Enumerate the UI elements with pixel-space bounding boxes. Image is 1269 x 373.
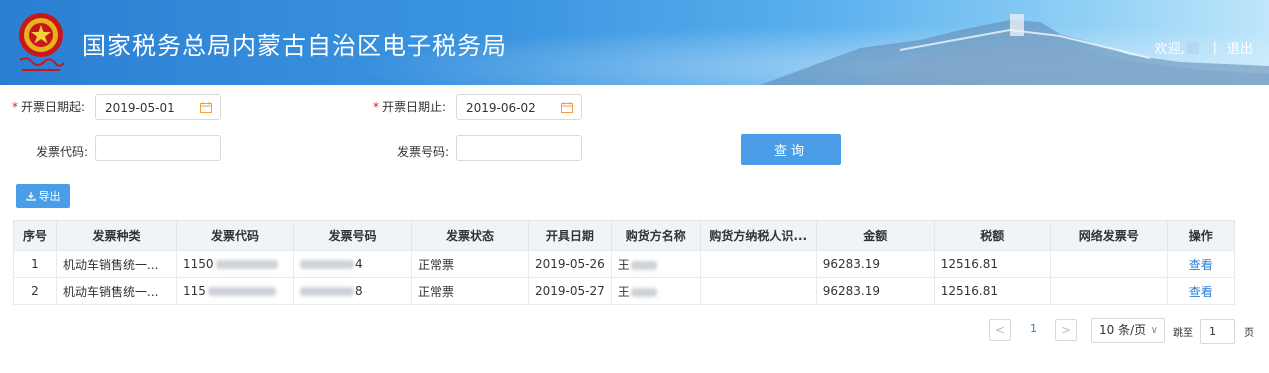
table-row[interactable]: 2 机动车销售统一... 115 8 正常票 2019-05-27 王 9628… — [13, 277, 1235, 305]
row-action: 查看 — [1166, 277, 1235, 305]
column-header-action: 操作 — [1166, 220, 1235, 251]
logout-link[interactable]: 退出 — [1227, 38, 1253, 57]
view-link[interactable]: 查看 — [1189, 258, 1213, 272]
jump-label: 跳至 — [1173, 328, 1193, 339]
chevron-down-icon: ∨ — [1150, 325, 1158, 336]
row-buyer-tax-id — [699, 250, 817, 278]
row-amount: 96283.19 — [815, 250, 935, 278]
row-invoice-number: 4 — [293, 250, 412, 278]
export-button[interactable]: 导出 — [16, 184, 70, 208]
table-row[interactable]: 1 机动车销售统一... 1150 4 正常票 2019-05-26 王 962… — [13, 250, 1235, 278]
tax-emblem-logo — [19, 13, 65, 71]
row-buyer-name: 王 — [610, 250, 701, 278]
row-issue-date: 2019-05-27 — [528, 277, 612, 305]
page-unit-label: 页 — [1244, 328, 1254, 339]
row-invoice-code: 1150 — [176, 250, 294, 278]
invoice-number-input[interactable] — [456, 135, 582, 161]
row-buyer-tax-id — [699, 277, 817, 305]
prev-page-button[interactable]: < — [989, 319, 1011, 341]
column-header-issue-date[interactable]: 开具日期 — [528, 220, 612, 251]
column-header-amount[interactable]: 金额 — [815, 220, 935, 251]
masked-value — [215, 260, 278, 269]
column-header-invoice-code[interactable]: 发票代码 — [176, 220, 294, 251]
masked-value — [300, 287, 354, 296]
end-date-label: * 开票日期止: — [373, 100, 447, 114]
masked-value — [300, 260, 354, 269]
username-masked — [1186, 41, 1199, 54]
column-header-invoice-number[interactable]: 发票号码 — [293, 220, 412, 251]
jump-page-input[interactable]: 1 — [1200, 319, 1235, 344]
row-index: 1 — [13, 250, 57, 278]
column-header-net-invoice-no[interactable]: 网络发票号 — [1049, 220, 1168, 251]
welcome-text: 欢迎, — [1154, 42, 1185, 57]
masked-value — [207, 287, 276, 296]
invoice-code-input[interactable] — [95, 135, 221, 161]
column-header-index[interactable]: 序号 — [13, 220, 57, 251]
download-icon — [25, 192, 36, 201]
start-date-label: * 开票日期起: — [12, 100, 86, 114]
invoice-code-label: 发票代码: — [36, 145, 89, 159]
masked-value — [630, 260, 657, 270]
row-status: 正常票 — [411, 250, 529, 278]
row-status: 正常票 — [411, 277, 529, 305]
row-index: 2 — [13, 277, 57, 305]
invoice-table: 序号 发票种类 发票代码 发票号码 发票状态 开具日期 购货方名称 购货方纳税人… — [13, 220, 1235, 305]
user-area: 欢迎, | 退出 — [1154, 38, 1253, 57]
start-date-input[interactable]: 2019-05-01 — [95, 94, 221, 120]
column-header-buyer-name[interactable]: 购货方名称 — [610, 220, 701, 251]
site-title: 国家税务总局内蒙古自治区电子税务局 — [82, 32, 507, 60]
row-amount: 96283.19 — [815, 277, 935, 305]
page-size-select[interactable]: 10 条/页 ∨ — [1091, 318, 1165, 343]
row-issue-date: 2019-05-26 — [528, 250, 612, 278]
row-tax: 12516.81 — [933, 250, 1051, 278]
column-header-tax[interactable]: 税额 — [933, 220, 1051, 251]
invoice-number-label: 发票号码: — [397, 145, 450, 159]
row-net-invoice-no — [1049, 277, 1168, 305]
row-tax: 12516.81 — [933, 277, 1051, 305]
row-invoice-type: 机动车销售统一... — [56, 277, 177, 305]
row-action: 查看 — [1166, 250, 1235, 278]
row-invoice-type: 机动车销售统一... — [56, 250, 177, 278]
row-buyer-name: 王 — [610, 277, 701, 305]
view-link[interactable]: 查看 — [1189, 285, 1213, 299]
calendar-icon — [561, 102, 573, 113]
current-page[interactable]: 1 — [1030, 322, 1037, 335]
calendar-icon — [200, 102, 212, 113]
table-header-row: 序号 发票种类 发票代码 发票号码 发票状态 开具日期 购货方名称 购货方纳税人… — [13, 220, 1235, 251]
header-separator: | — [1212, 40, 1217, 55]
row-net-invoice-no — [1049, 250, 1168, 278]
row-invoice-code: 115 — [176, 277, 294, 305]
query-button[interactable]: 查询 — [741, 134, 841, 165]
end-date-input[interactable]: 2019-06-02 — [456, 94, 582, 120]
masked-value — [630, 287, 657, 297]
column-header-invoice-type[interactable]: 发票种类 — [56, 220, 177, 251]
next-page-button[interactable]: > — [1055, 319, 1077, 341]
site-header: 国家税务总局内蒙古自治区电子税务局 欢迎, | 退出 — [0, 0, 1269, 85]
row-invoice-number: 8 — [293, 277, 412, 305]
column-header-invoice-status[interactable]: 发票状态 — [411, 220, 529, 251]
column-header-buyer-tax-id[interactable]: 购货方纳税人识... — [699, 220, 817, 251]
